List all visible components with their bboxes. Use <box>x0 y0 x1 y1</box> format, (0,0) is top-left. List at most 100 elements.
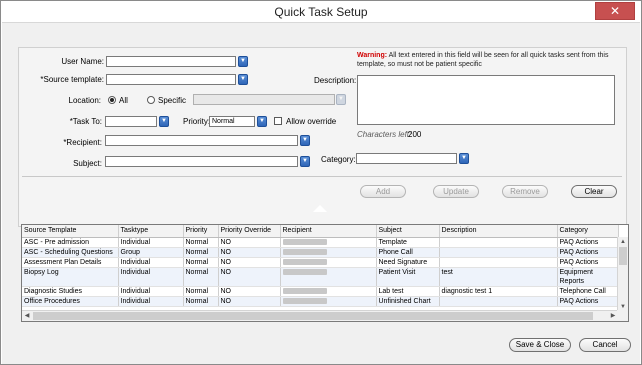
task-to-input[interactable] <box>105 116 157 127</box>
grid-vertical-scrollbar[interactable]: ▲ ▼ <box>617 237 628 312</box>
table-cell: Assessment Plan Details <box>22 257 119 268</box>
table-cell: Office Procedures <box>22 296 119 307</box>
table-row[interactable]: ASC - Scheduling Questions Group Normal NO P… <box>22 247 619 258</box>
redacted-recipient <box>282 268 327 275</box>
redacted-recipient <box>282 287 327 294</box>
source-template-dropdown-icon[interactable]: ▼ <box>238 74 248 85</box>
subject-input[interactable] <box>105 156 298 167</box>
user-name-dropdown-icon[interactable]: ▼ <box>238 56 248 67</box>
table-cell <box>439 296 558 307</box>
description-textarea[interactable] <box>357 75 615 125</box>
vertical-scroll-thumb[interactable] <box>619 247 627 265</box>
priority-select[interactable]: Normal <box>209 116 255 127</box>
redacted-recipient <box>282 238 327 245</box>
warning-text: All text entered in this field will be s… <box>357 52 609 68</box>
category-dropdown-icon[interactable]: ▼ <box>459 153 469 164</box>
category-input[interactable] <box>356 153 457 164</box>
table-cell: Normal <box>183 247 219 258</box>
horizontal-scroll-thumb[interactable] <box>33 312 593 320</box>
table-cell: Individual <box>118 296 184 307</box>
table-row[interactable]: Office Procedures Individual Normal NO Unfin… <box>22 296 619 307</box>
table-cell: Normal <box>183 257 219 268</box>
description-label: Description: <box>314 76 357 85</box>
table-cell: Individual <box>118 286 184 297</box>
grid-column-header[interactable]: Source Template <box>22 225 119 238</box>
form-separator <box>22 176 622 177</box>
recipient-input[interactable] <box>105 135 298 146</box>
source-template-input[interactable] <box>106 74 236 85</box>
table-cell <box>439 237 558 248</box>
table-row[interactable]: Assessment Plan Details Individual Normal N… <box>22 257 619 268</box>
user-name-input[interactable] <box>106 56 236 67</box>
close-button[interactable]: ✕ <box>595 2 635 20</box>
table-cell: PAQ Actions <box>557 247 619 258</box>
location-specific-label: Specific <box>158 96 187 105</box>
table-cell <box>280 257 377 268</box>
location-specific-radio[interactable] <box>147 96 155 104</box>
add-button[interactable]: Add <box>360 185 406 198</box>
grid-column-header[interactable]: Priority Override <box>218 225 281 238</box>
category-label: Category: <box>321 155 356 164</box>
table-cell: Diagnostic Studies <box>22 286 119 297</box>
grid-column-header[interactable]: Recipient <box>280 225 377 238</box>
table-cell: Biopsy Log <box>22 267 119 287</box>
grid-column-header[interactable]: Description <box>439 225 558 238</box>
table-cell: Unfinished Chart <box>376 296 440 307</box>
table-cell: Group <box>118 247 184 258</box>
priority-label: Priority: <box>183 117 211 126</box>
table-row[interactable]: Diagnostic Studies Individual Normal NO Lab … <box>22 286 619 297</box>
task-to-dropdown-icon[interactable]: ▼ <box>159 116 169 127</box>
quick-task-setup-window: Quick Task Setup ✕ User Name: ▼ *Source … <box>0 0 642 365</box>
location-all-label: All <box>119 96 128 105</box>
grid-column-header[interactable]: Priority <box>183 225 219 238</box>
table-cell <box>280 267 377 287</box>
table-cell <box>439 247 558 258</box>
allow-override-checkbox[interactable] <box>274 117 282 125</box>
table-cell: Individual <box>118 267 184 287</box>
grid-column-header[interactable]: Category <box>557 225 619 238</box>
redacted-recipient <box>282 248 327 255</box>
templates-grid[interactable]: Source Template Tasktype Priority Priority … <box>21 224 629 322</box>
table-cell: Equipment Reports <box>557 267 619 287</box>
save-close-button[interactable]: Save & Close <box>509 338 571 352</box>
table-cell <box>280 247 377 258</box>
redacted-recipient <box>282 258 327 265</box>
table-cell <box>439 257 558 268</box>
table-cell: NO <box>218 296 281 307</box>
grid-header-row: Source Template Tasktype Priority Priority … <box>22 225 619 238</box>
table-cell: Individual <box>118 257 184 268</box>
title-bar: Quick Task Setup ✕ <box>1 1 641 22</box>
templates-table: Source Template Tasktype Priority Priority … <box>22 225 619 307</box>
table-cell: PAQ Actions <box>557 237 619 248</box>
panel-pointer <box>313 205 327 212</box>
clear-button[interactable]: Clear <box>571 185 617 198</box>
redacted-recipient <box>282 297 327 304</box>
table-row[interactable]: Biopsy Log Individual Normal NO Patient Visi… <box>22 267 619 287</box>
table-cell: ASC - Pre admission <box>22 237 119 248</box>
cancel-button[interactable]: Cancel <box>579 338 631 352</box>
allow-override-label: Allow override <box>286 117 337 126</box>
priority-dropdown-icon[interactable]: ▼ <box>257 116 267 127</box>
table-cell: Normal <box>183 286 219 297</box>
table-cell: Lab test <box>376 286 440 297</box>
grid-horizontal-scrollbar[interactable]: ◀ ▶ <box>22 310 618 321</box>
scroll-up-icon[interactable]: ▲ <box>618 237 628 247</box>
scroll-left-icon[interactable]: ◀ <box>22 311 32 321</box>
update-button[interactable]: Update <box>433 185 479 198</box>
location-all-radio[interactable] <box>108 96 116 104</box>
location-label: Location: <box>68 96 101 105</box>
grid-column-header[interactable]: Tasktype <box>118 225 184 238</box>
table-row[interactable]: ASC - Pre admission Individual Normal NO Tem… <box>22 237 619 248</box>
subject-dropdown-icon[interactable]: ▼ <box>300 156 310 167</box>
scrollbar-corner <box>617 310 628 321</box>
recipient-label: *Recipient: <box>63 138 102 147</box>
remove-button[interactable]: Remove <box>502 185 548 198</box>
location-dropdown-icon: ▼ <box>336 94 346 105</box>
dialog-body: User Name: ▼ *Source template: ▼ Locatio… <box>2 22 640 364</box>
table-cell: Normal <box>183 237 219 248</box>
grid-column-header[interactable]: Subject <box>376 225 440 238</box>
table-cell: Normal <box>183 267 219 287</box>
table-cell <box>280 286 377 297</box>
table-cell: test <box>439 267 558 287</box>
recipient-dropdown-icon[interactable]: ▼ <box>300 135 310 146</box>
